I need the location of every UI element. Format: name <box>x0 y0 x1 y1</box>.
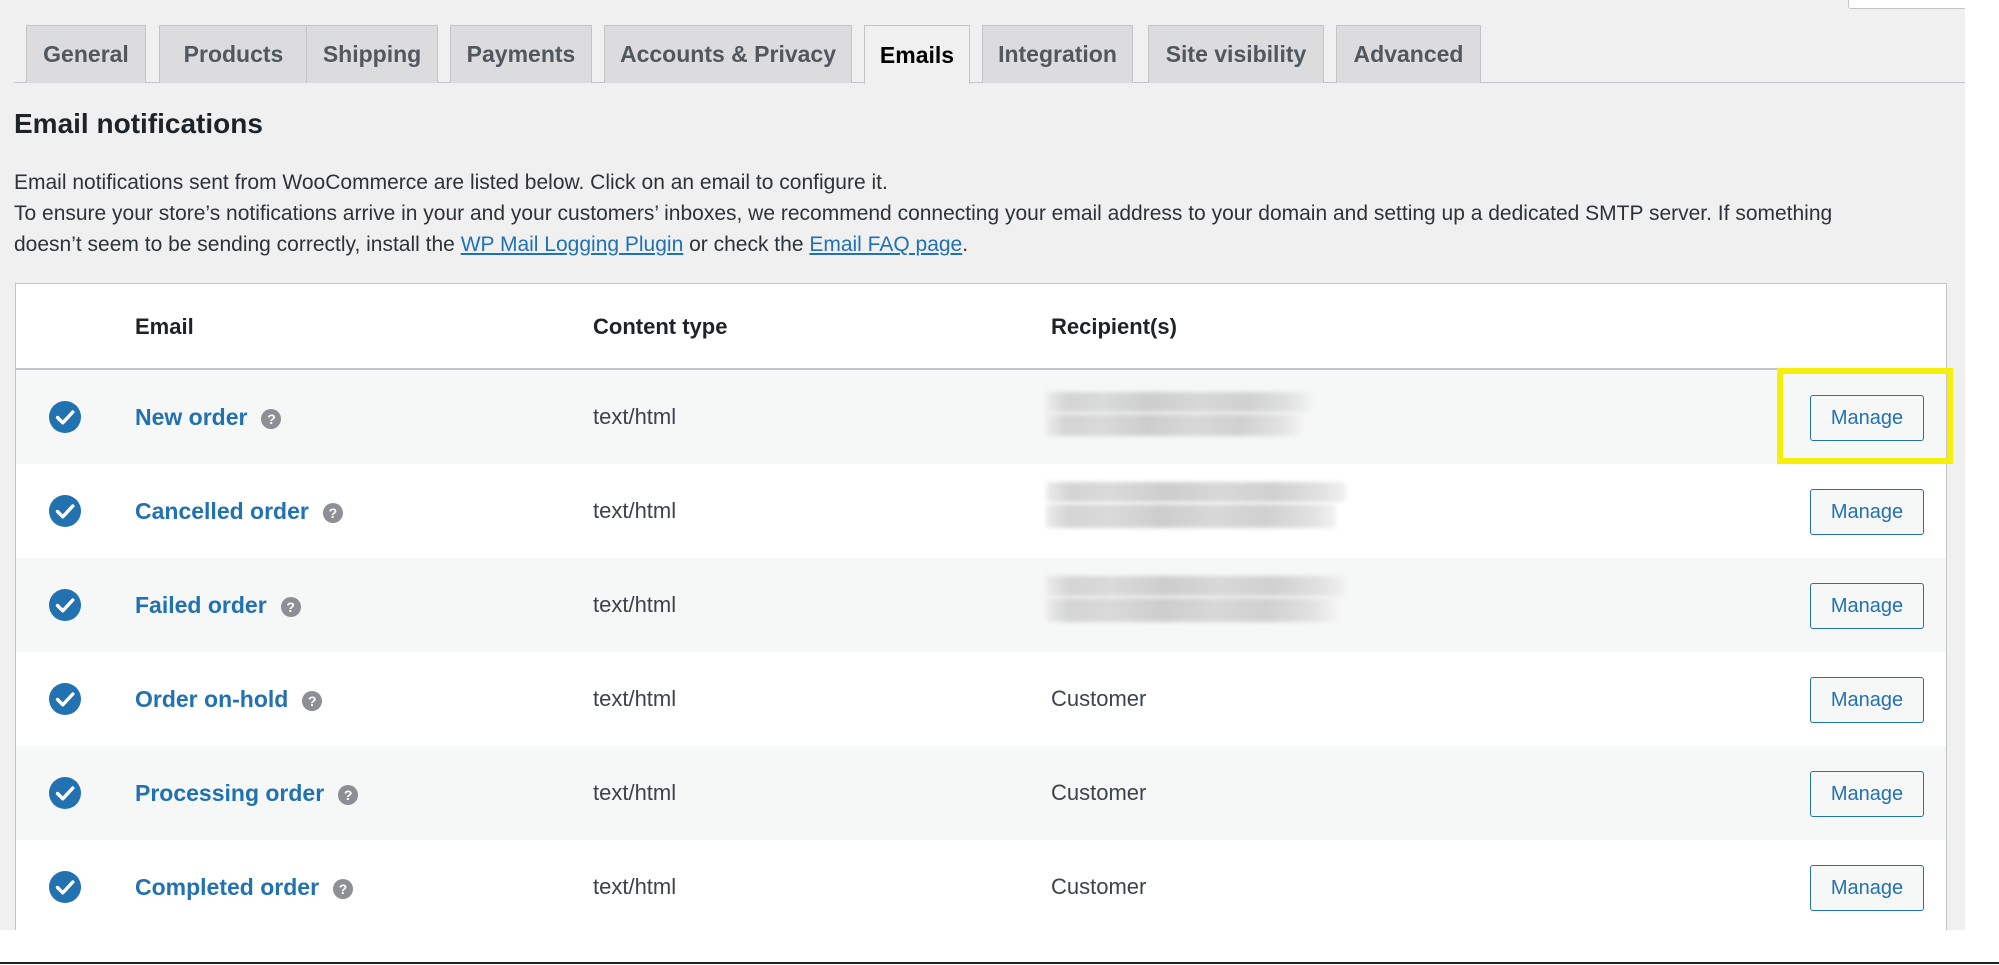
manage-button[interactable]: Manage <box>1810 677 1924 723</box>
tab-site-visibility[interactable]: Site visibility <box>1148 25 1324 83</box>
description-line-1: Email notifications sent from WooCommerc… <box>14 171 888 194</box>
column-header-content-type: Content type <box>593 314 728 339</box>
email-link-new-order[interactable]: New order? <box>135 370 282 464</box>
email-link-failed-order[interactable]: Failed order? <box>135 558 301 652</box>
content-type: text/html <box>593 780 677 805</box>
check-circle-icon <box>49 495 81 527</box>
help-icon[interactable]: ? <box>322 503 343 523</box>
help-icon[interactable]: ? <box>333 879 354 899</box>
email-link-cancelled-order[interactable]: Cancelled order? <box>135 464 343 558</box>
settings-tabs: General Products Shipping Payments Accou… <box>14 25 1965 84</box>
table-row[interactable]: Processing order? text/html Customer Man… <box>16 746 1946 840</box>
recipient: Customer <box>1051 780 1147 805</box>
description-line-2: To ensure your store’s notifications arr… <box>14 202 1833 225</box>
email-link-processing-order[interactable]: Processing order? <box>135 746 359 840</box>
recipient: Customer <box>1051 686 1147 711</box>
content-type: text/html <box>593 686 677 711</box>
check-circle-icon <box>49 401 81 433</box>
tab-advanced[interactable]: Advanced <box>1336 25 1481 83</box>
table-header: Email Content type Recipient(s) <box>16 284 1946 370</box>
email-name: New order <box>135 403 248 430</box>
check-circle-icon <box>49 683 81 715</box>
table-row[interactable]: Failed order? text/html Manage <box>16 558 1946 652</box>
email-name: Cancelled order <box>135 497 309 524</box>
email-name: Order on-hold <box>135 685 289 712</box>
description-line-3-middle: or check the <box>683 233 810 256</box>
email-notifications-table: Email Content type Recipient(s) New orde… <box>15 283 1947 930</box>
check-circle-icon <box>49 871 81 903</box>
email-name: Processing order <box>135 779 325 806</box>
page-title: Email notifications <box>14 108 263 139</box>
column-header-email: Email <box>135 314 194 339</box>
email-name: Failed order <box>135 591 267 618</box>
content-type: text/html <box>593 404 677 429</box>
description-line-3-suffix: . <box>962 233 969 256</box>
tab-products[interactable]: Products <box>159 25 308 83</box>
divider <box>0 962 1999 964</box>
manage-button[interactable]: Manage <box>1810 489 1924 535</box>
check-circle-icon <box>49 777 81 809</box>
recipient: Customer <box>1051 874 1147 899</box>
help-icon[interactable]: ? <box>338 785 359 805</box>
table-row[interactable]: Cancelled order? text/html Manage <box>16 464 1946 558</box>
column-header-recipients: Recipient(s) <box>1051 314 1177 339</box>
email-link-completed-order[interactable]: Completed order? <box>135 840 354 930</box>
tab-accounts-privacy[interactable]: Accounts & Privacy <box>604 25 852 83</box>
email-faq-link[interactable]: Email FAQ page <box>809 233 962 256</box>
tab-payments[interactable]: Payments <box>450 25 592 83</box>
manage-button[interactable]: Manage <box>1810 865 1924 911</box>
content-type: text/html <box>593 592 677 617</box>
check-circle-icon <box>49 589 81 621</box>
table-row[interactable]: Order on-hold? text/html Customer Manage <box>16 652 1946 746</box>
tab-integration[interactable]: Integration <box>982 25 1133 83</box>
description-line-3-prefix: doesn’t seem to be sending correctly, in… <box>14 233 461 256</box>
table-row[interactable]: Completed order? text/html Customer Mana… <box>16 840 1946 930</box>
email-name: Completed order <box>135 873 320 900</box>
email-link-order-on-hold[interactable]: Order on-hold? <box>135 652 323 746</box>
wp-mail-logging-link[interactable]: WP Mail Logging Plugin <box>461 233 684 256</box>
table-row[interactable]: New order? text/html Manage <box>16 370 1946 464</box>
help-icon[interactable]: ? <box>302 691 323 711</box>
tab-shipping[interactable]: Shipping <box>306 25 438 83</box>
tab-general[interactable]: General <box>26 25 146 83</box>
manage-button[interactable]: Manage <box>1810 583 1924 629</box>
content-type: text/html <box>593 498 677 523</box>
settings-viewport: General Products Shipping Payments Accou… <box>0 0 1965 930</box>
help-icon[interactable]: ? <box>261 409 282 429</box>
top-right-control[interactable] <box>1848 0 1965 9</box>
manage-button[interactable]: Manage <box>1810 771 1924 817</box>
content-type: text/html <box>593 874 677 899</box>
description-line-3: doesn’t seem to be sending correctly, in… <box>14 233 1964 257</box>
help-icon[interactable]: ? <box>280 597 301 617</box>
manage-button[interactable]: Manage <box>1810 395 1924 441</box>
tab-emails[interactable]: Emails <box>864 25 970 84</box>
